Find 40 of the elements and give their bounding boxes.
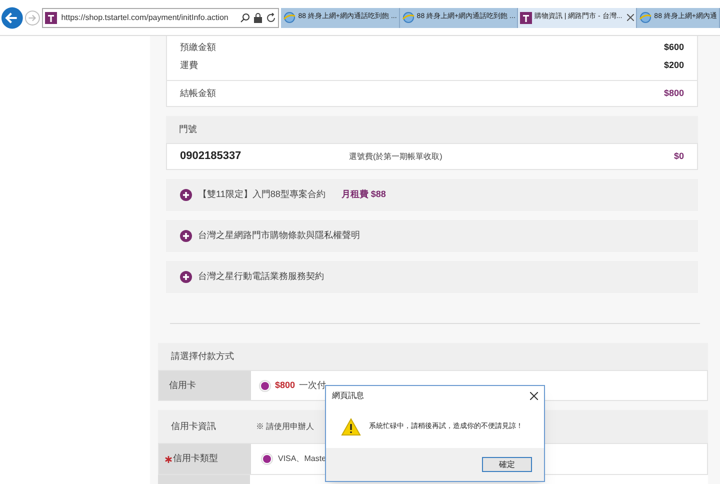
t-logo-icon bbox=[520, 12, 532, 24]
method-label: 信用卡 bbox=[169, 378, 196, 392]
back-icon[interactable] bbox=[1, 6, 24, 30]
globe-icon bbox=[402, 11, 415, 24]
summary-value: $800 bbox=[664, 86, 684, 100]
section-title: 門號 bbox=[179, 122, 197, 136]
summary-label: 結帳金額 bbox=[180, 86, 216, 100]
radio-button[interactable] bbox=[261, 453, 273, 465]
globe-icon bbox=[639, 11, 652, 24]
section-title: 請選擇付款方式 bbox=[171, 350, 234, 363]
section-title: 信用卡資訊 bbox=[170, 420, 217, 433]
card-type-label: 信用卡類型 bbox=[173, 452, 218, 466]
close-icon[interactable] bbox=[530, 392, 538, 400]
url-text: https://shop.tstartel.com/payment/initInfo.action bbox=[61, 12, 228, 24]
phone-number: 0902185337 bbox=[180, 149, 242, 164]
lock-icon[interactable] bbox=[254, 12, 262, 22]
fee-label: 選號費(於第一期帳單收取) bbox=[349, 150, 442, 162]
fee-value: $0 bbox=[674, 150, 684, 163]
dialog-title: 網頁訊息 bbox=[332, 390, 364, 402]
globe-icon bbox=[283, 11, 296, 24]
monthly-fee: 月租費 $88 bbox=[341, 188, 386, 202]
radio-button[interactable] bbox=[259, 380, 271, 392]
t-logo-icon bbox=[45, 12, 58, 24]
accordion-item[interactable]: 台灣之星網路門市購物條款與隱私權聲明 bbox=[166, 220, 698, 252]
search-icon[interactable] bbox=[240, 12, 250, 22]
summary-label: 預繳金額 bbox=[180, 41, 216, 54]
ok-button[interactable]: 確定 bbox=[482, 457, 532, 472]
card-type-option: VISA、Maste bbox=[278, 453, 326, 465]
plan-text: 一次付 bbox=[299, 378, 326, 392]
summary-value: $600 bbox=[664, 41, 684, 54]
accordion-item[interactable]: 【雙11限定】入門88型專案合約 月租費 $88 bbox=[166, 179, 698, 211]
summary-value: $200 bbox=[664, 59, 684, 72]
accordion-item[interactable]: 台灣之星行動電話業務服務契約 bbox=[166, 261, 698, 293]
close-icon[interactable] bbox=[627, 14, 634, 21]
address-bar[interactable]: https://shop.tstartel.com/payment/initInfo.action bbox=[42, 8, 280, 28]
summary-label: 運費 bbox=[180, 59, 198, 72]
amount: $800 bbox=[275, 378, 296, 392]
warning-icon bbox=[341, 418, 361, 436]
note-text: ※ 請使用申辦人 bbox=[256, 420, 314, 432]
refresh-icon[interactable] bbox=[266, 12, 276, 22]
